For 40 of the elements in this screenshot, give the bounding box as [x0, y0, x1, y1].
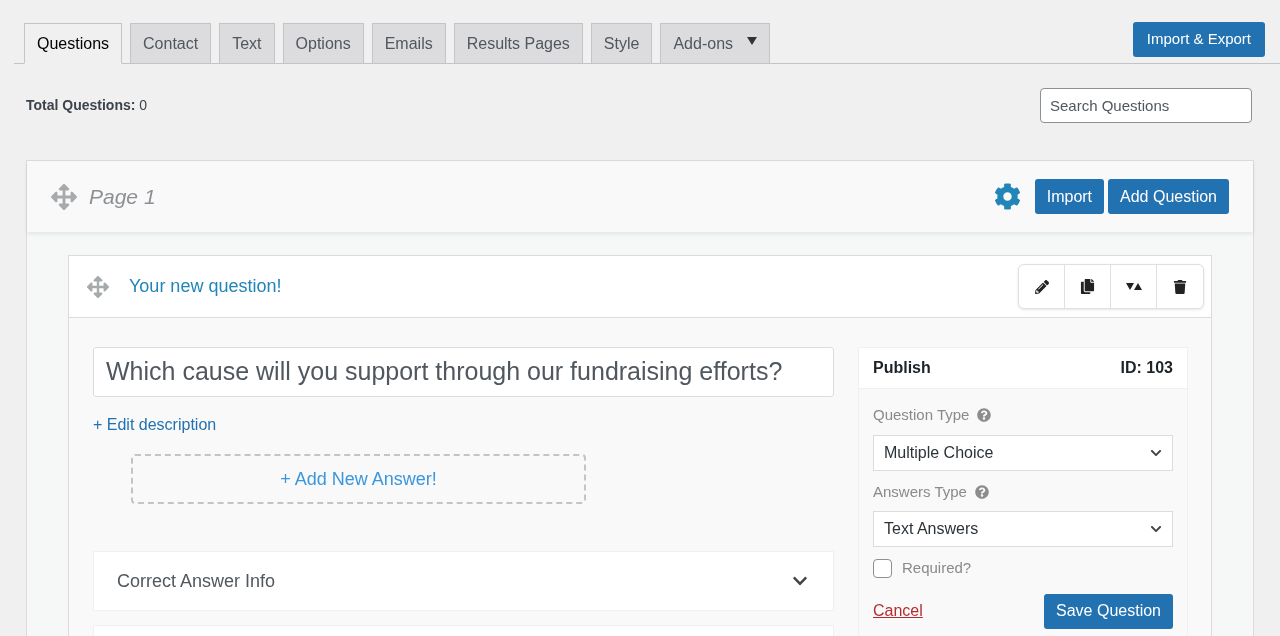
- settings-icon[interactable]: [993, 183, 1021, 210]
- tab[interactable]: Questions: [24, 23, 123, 64]
- question-title[interactable]: Your new question!: [129, 273, 282, 300]
- pencil-icon: [1034, 279, 1049, 294]
- cancel-link[interactable]: Cancel: [873, 599, 923, 623]
- tab[interactable]: Contact: [130, 23, 212, 64]
- move-icon[interactable]: [87, 275, 109, 298]
- question-field[interactable]: Which cause will you support through our fundraising efforts?: [93, 347, 834, 397]
- field-label: Answers Type: [873, 481, 967, 502]
- move-icon[interactable]: [51, 183, 77, 210]
- panel-title: Publish: [873, 358, 931, 378]
- caret-icon: [747, 36, 758, 45]
- total-questions: Total Questions: 0: [26, 96, 148, 115]
- tab[interactable]: Add-ons: [660, 23, 771, 64]
- help-icon[interactable]: [974, 484, 989, 499]
- sort-icon: [1125, 282, 1142, 291]
- question-id: ID: 103: [1120, 358, 1173, 378]
- field-label: Question Type: [873, 405, 970, 425]
- save-button[interactable]: Save Question: [1044, 593, 1173, 629]
- copy-icon: [1080, 279, 1095, 294]
- help-icon[interactable]: [977, 408, 992, 423]
- search-field[interactable]: Search Questions: [1040, 88, 1252, 123]
- trash-icon: [1173, 279, 1187, 294]
- tab[interactable]: Options: [282, 23, 364, 64]
- chevron-icon: [1150, 523, 1162, 535]
- page-button[interactable]: Import: [1034, 179, 1105, 214]
- tab[interactable]: Text: [219, 23, 275, 64]
- tab[interactable]: Style: [590, 23, 653, 64]
- page-button[interactable]: Add Question: [1108, 179, 1229, 214]
- add-answer-button[interactable]: + Add New Answer!: [131, 454, 586, 504]
- tab[interactable]: Emails: [371, 23, 446, 64]
- tab[interactable]: Results Pages: [453, 23, 583, 64]
- answers-type-select[interactable]: Text Answers: [873, 511, 1173, 547]
- required-checkbox[interactable]: [873, 558, 892, 578]
- accordion-header[interactable]: Correct Answer Info: [93, 551, 834, 611]
- checkbox-label: Required?: [902, 558, 972, 578]
- question-type-select[interactable]: Multiple Choice: [873, 434, 1173, 471]
- import-export-button[interactable]: Import & Export: [1132, 22, 1265, 57]
- page-title: Page 1: [89, 183, 156, 210]
- edit-description-link[interactable]: + Edit description: [93, 413, 217, 437]
